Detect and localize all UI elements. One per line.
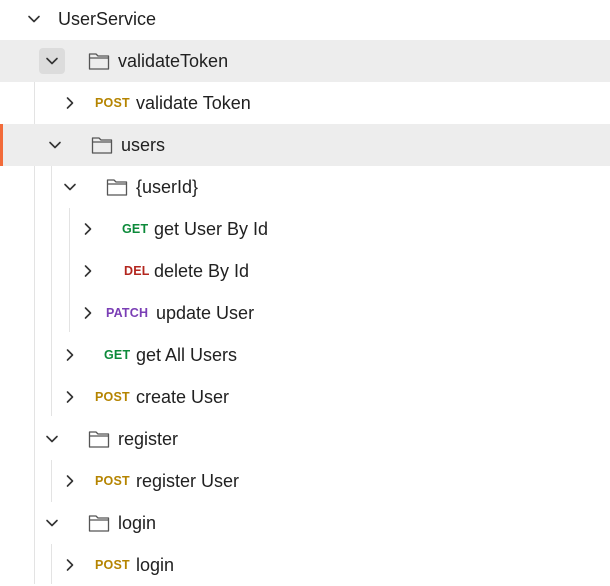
chevron-down-icon[interactable] — [39, 48, 65, 74]
chevron-right-icon[interactable] — [78, 303, 98, 323]
tree-item-folder-register[interactable]: register — [0, 418, 610, 460]
chevron-right-icon[interactable] — [60, 471, 80, 491]
tree-item-label: delete By Id — [154, 260, 250, 281]
tree-item-request[interactable]: POST login — [0, 544, 610, 586]
tree-item-folder-users[interactable]: users — [0, 124, 610, 166]
chevron-down-icon[interactable] — [42, 513, 62, 533]
chevron-down-icon[interactable] — [42, 429, 62, 449]
method-badge: GET — [104, 348, 131, 362]
tree-item-label: register — [118, 428, 179, 449]
folder-icon — [91, 135, 113, 155]
method-badge: GET — [122, 222, 149, 236]
method-badge: POST — [95, 96, 130, 110]
tree-item-request[interactable]: POST create User — [0, 376, 610, 418]
tree-item-request[interactable]: GET get User By Id — [0, 208, 610, 250]
tree-item-label: UserService — [58, 8, 157, 29]
chevron-down-icon[interactable] — [45, 135, 65, 155]
method-badge: POST — [95, 558, 130, 572]
method-badge: DEL — [124, 264, 150, 278]
method-badge: POST — [95, 390, 130, 404]
tree-item-label: create User — [136, 386, 230, 407]
tree-item-label: users — [121, 134, 166, 155]
tree-item-request[interactable]: DEL delete By Id — [0, 250, 610, 292]
method-badge: POST — [95, 474, 130, 488]
tree-item-folder-validatetoken[interactable]: validateToken — [0, 40, 610, 82]
tree-item-label: validateToken — [118, 50, 229, 71]
chevron-right-icon[interactable] — [60, 345, 80, 365]
chevron-right-icon[interactable] — [78, 219, 98, 239]
tree-item-request[interactable]: PATCH update User — [0, 292, 610, 334]
tree-item-label: {userId} — [136, 176, 199, 197]
tree-item-folder-login[interactable]: login — [0, 502, 610, 544]
chevron-down-icon[interactable] — [60, 177, 80, 197]
tree-item-folder-userid[interactable]: {userId} — [0, 166, 610, 208]
method-badge: PATCH — [106, 306, 149, 320]
folder-icon — [106, 177, 128, 197]
tree-item-userservice[interactable]: UserService — [0, 0, 610, 40]
chevron-down-icon[interactable] — [24, 9, 44, 29]
tree-item-request[interactable]: POST register User — [0, 460, 610, 502]
tree-item-label: update User — [156, 302, 255, 323]
tree-item-label: get User By Id — [154, 218, 269, 239]
collection-tree: UserService validateToken POST validate … — [0, 0, 610, 584]
chevron-right-icon[interactable] — [60, 555, 80, 575]
folder-icon — [88, 429, 110, 449]
tree-item-label: register User — [136, 470, 240, 491]
tree-item-label: login — [118, 512, 157, 533]
tree-item-label: validate Token — [136, 92, 251, 113]
folder-icon — [88, 513, 110, 533]
chevron-right-icon[interactable] — [78, 261, 98, 281]
chevron-right-icon[interactable] — [60, 387, 80, 407]
folder-icon — [88, 51, 110, 71]
tree-item-label: login — [136, 554, 175, 575]
tree-item-request[interactable]: POST validate Token — [0, 82, 610, 124]
tree-item-request[interactable]: GET get All Users — [0, 334, 610, 376]
chevron-right-icon[interactable] — [60, 93, 80, 113]
tree-item-label: get All Users — [136, 344, 238, 365]
